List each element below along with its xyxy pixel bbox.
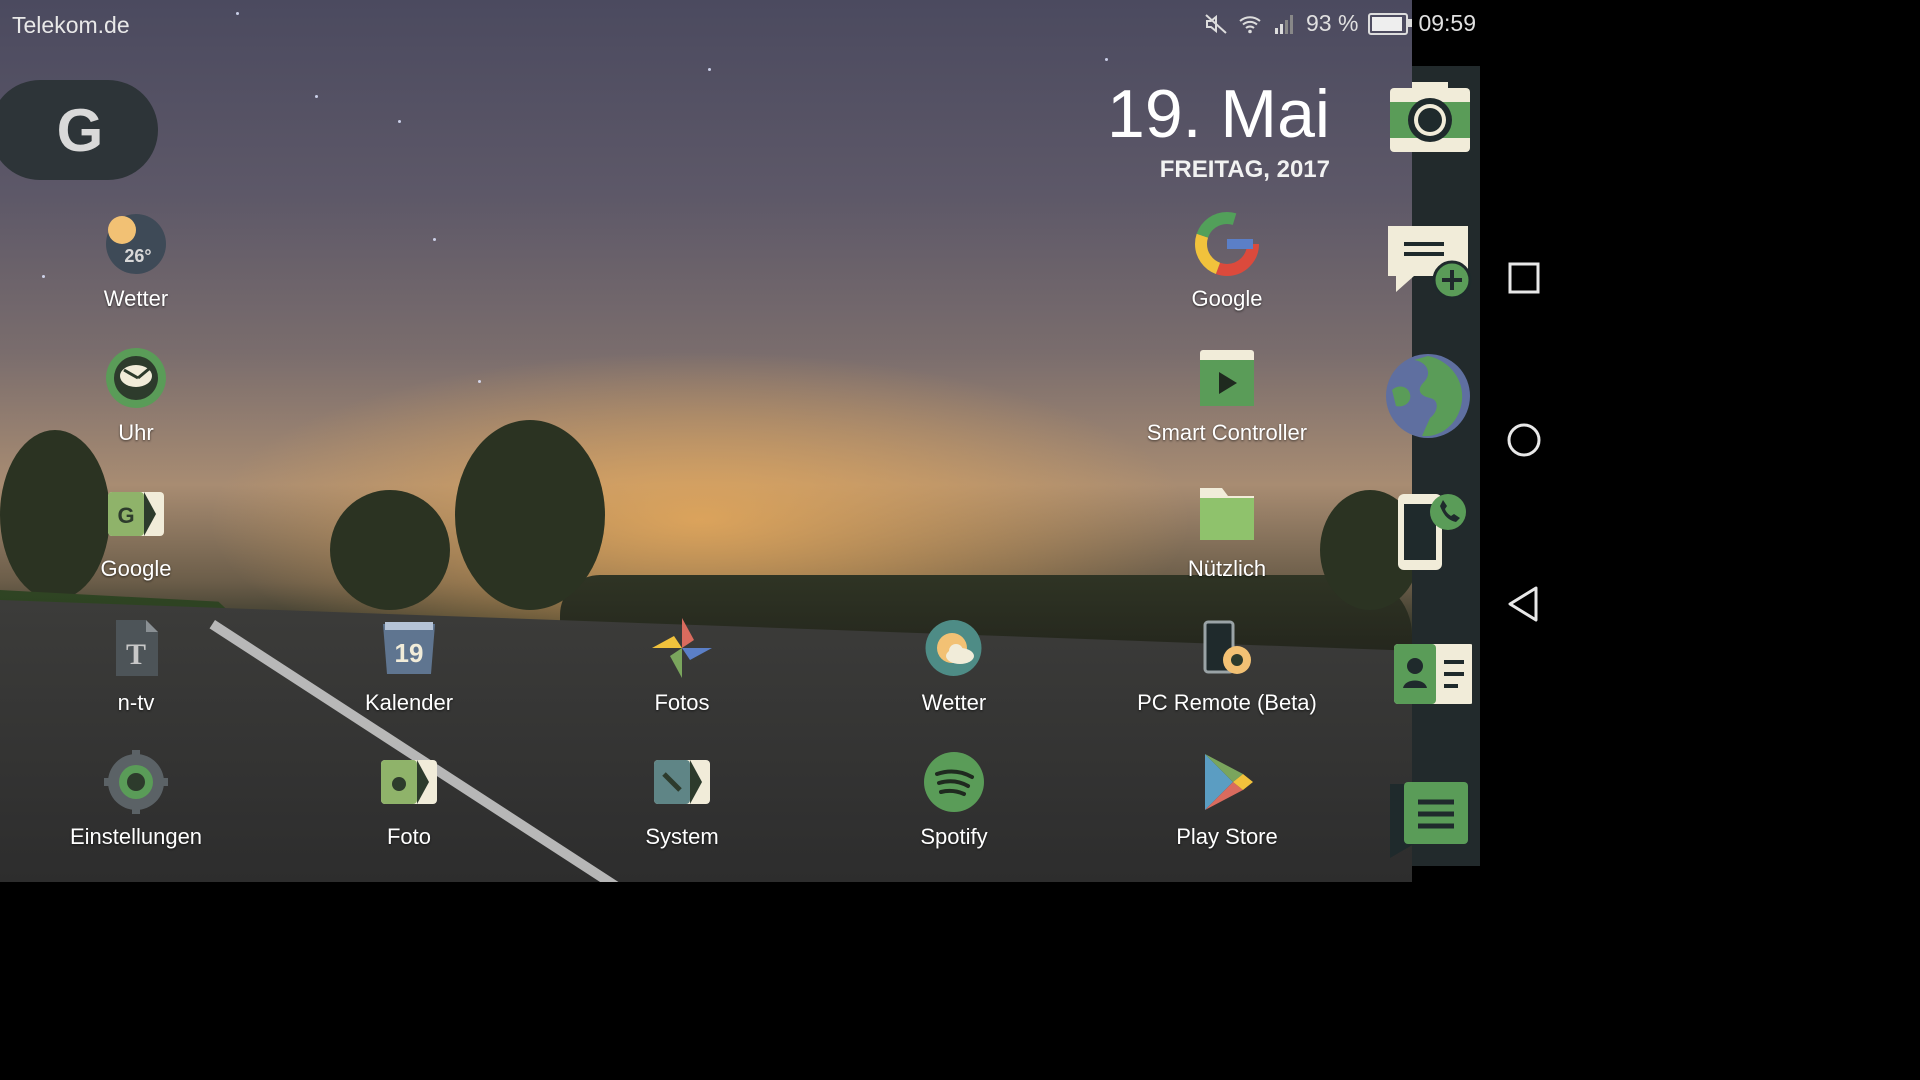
app-google[interactable]: Google [1127, 212, 1327, 312]
date-weekday-year: FREITAG, 2017 [1159, 156, 1330, 183]
battery-percent: 93 % [1306, 10, 1359, 36]
clock: 09:59 [1418, 10, 1476, 36]
svg-text:G: G [117, 503, 134, 528]
app-label: Google [1191, 286, 1263, 311]
app-system[interactable]: System [582, 750, 782, 850]
calendar-icon: 19 [383, 622, 435, 674]
play-video-icon [1200, 350, 1254, 406]
spotify-icon [924, 752, 984, 812]
status-bar: Telekom.de 93 % 09:59 [0, 0, 1568, 50]
app-label: Wetter [921, 690, 987, 715]
app-spotify[interactable]: Spotify [854, 750, 1054, 850]
google-g-logo-icon [1195, 212, 1259, 276]
app-wetter-top[interactable]: 26° Wetter [36, 212, 236, 312]
app-label: n-tv [117, 690, 155, 715]
app-einstellungen[interactable]: Einstellungen [36, 750, 236, 850]
home-button[interactable] [1502, 418, 1546, 462]
svg-text:19: 19 [395, 638, 424, 668]
recents-button[interactable] [1502, 256, 1546, 300]
app-label: Spotify [920, 824, 988, 849]
app-uhr[interactable]: Uhr [36, 346, 236, 446]
news-icon: T [116, 620, 158, 676]
app-pc-remote[interactable]: PC Remote (Beta) [1127, 616, 1327, 716]
battery-level-fill [1372, 16, 1403, 31]
app-label: Google [100, 556, 172, 581]
weather-sun-cloud-icon [925, 620, 982, 676]
phone-icon[interactable] [1384, 488, 1472, 576]
tools-folder-icon [654, 760, 710, 804]
folder-icon [1200, 488, 1254, 540]
date-widget[interactable]: 19. Mai FREITAG, 2017 [1107, 74, 1330, 184]
google-g-icon: G [56, 96, 104, 164]
clock-icon [106, 348, 166, 408]
app-label: Fotos [654, 690, 710, 715]
app-nuetzlich[interactable]: Nützlich [1127, 482, 1327, 582]
svg-text:26°: 26° [124, 246, 151, 266]
navigation-bar [1480, 0, 1568, 882]
new-message-icon[interactable] [1384, 216, 1472, 304]
weather-widget-icon: 26° [106, 214, 166, 274]
app-ntv[interactable]: T n-tv [36, 616, 236, 716]
app-label: Play Store [1176, 824, 1278, 849]
camera-icon[interactable] [1384, 72, 1472, 160]
google-search-widget[interactable]: G [0, 80, 158, 180]
date-day-month: 19. Mai [1107, 76, 1330, 152]
app-google-folder[interactable]: G Google [36, 482, 236, 582]
app-smart-controller[interactable]: Smart Controller [1127, 346, 1327, 446]
side-dock [1386, 66, 1480, 866]
wifi-icon [1239, 15, 1261, 33]
app-label: System [645, 824, 719, 849]
app-drawer-icon[interactable] [1384, 772, 1472, 860]
app-label: Einstellungen [69, 824, 203, 849]
remote-phone-icon [1203, 620, 1251, 674]
app-wetter-bottom[interactable]: Wetter [854, 616, 1054, 716]
pinwheel-photos-icon [652, 618, 712, 678]
app-label: PC Remote (Beta) [1137, 690, 1317, 715]
camera-folder-icon [381, 760, 437, 804]
carrier-name: Telekom.de [12, 12, 130, 38]
settings-gear-icon [104, 750, 168, 814]
app-label: Kalender [364, 690, 454, 715]
battery-icon [1368, 12, 1413, 35]
app-label: Nützlich [1187, 556, 1267, 581]
google-folder-icon: G [108, 492, 164, 536]
app-fotos[interactable]: Fotos [582, 616, 782, 716]
browser-globe-icon[interactable] [1384, 352, 1472, 440]
app-foto[interactable]: Foto [309, 750, 509, 850]
svg-text:T: T [126, 638, 146, 671]
app-kalender[interactable]: 19 Kalender [309, 616, 509, 716]
mute-icon [1205, 13, 1227, 34]
app-label: Uhr [118, 420, 154, 445]
contacts-icon[interactable] [1384, 632, 1472, 720]
app-label: Smart Controller [1146, 420, 1308, 445]
play-store-icon [1205, 754, 1253, 810]
back-button[interactable] [1502, 582, 1546, 626]
app-play-store[interactable]: Play Store [1127, 750, 1327, 850]
signal-icon [1275, 14, 1293, 34]
app-label: Wetter [103, 286, 169, 311]
app-label: Foto [386, 824, 432, 849]
